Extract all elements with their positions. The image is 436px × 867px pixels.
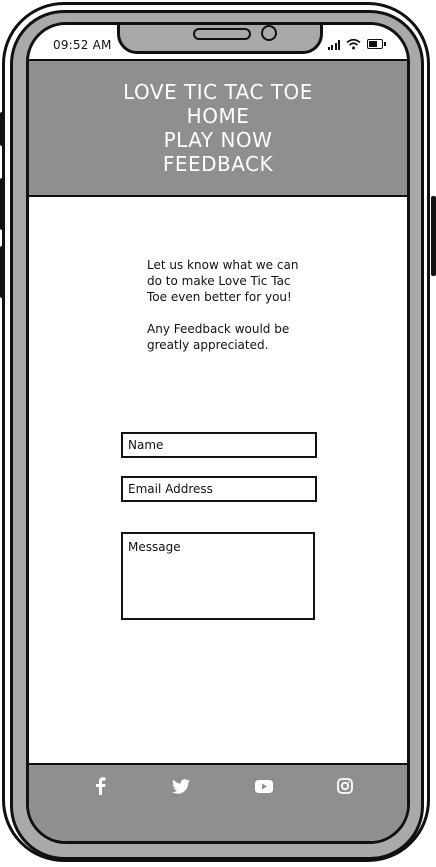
nav-play-now[interactable]: PLAY NOW (29, 128, 407, 152)
signal-icon (327, 39, 340, 50)
name-input[interactable] (121, 432, 317, 458)
twitter-icon[interactable] (170, 775, 192, 797)
nav-home[interactable]: HOME (29, 104, 407, 128)
phone-mockup: 09:52 AM LOVE TIC TAC TOE HOME PLAY NOW … (0, 0, 436, 867)
facebook-icon[interactable] (89, 775, 111, 797)
phone-screen: 09:52 AM LOVE TIC TAC TOE HOME PLAY NOW … (26, 22, 410, 844)
site-title[interactable]: LOVE TIC TAC TOE (29, 80, 407, 104)
camera-icon (261, 25, 277, 41)
status-icons (327, 36, 386, 50)
battery-level (369, 41, 377, 47)
notch (117, 25, 323, 54)
battery-icon (367, 39, 386, 49)
intro-text: Let us know what we can do to make Love … (147, 258, 299, 304)
site-footer (29, 763, 407, 841)
nav-feedback[interactable]: FEEDBACK (29, 152, 407, 176)
power-button (431, 196, 436, 276)
status-bar: 09:52 AM (29, 25, 407, 59)
site-header: LOVE TIC TAC TOE HOME PLAY NOW FEEDBACK (29, 59, 407, 197)
wifi-icon (346, 38, 361, 50)
speaker-icon (193, 28, 251, 40)
youtube-icon[interactable] (253, 775, 275, 797)
intro-appreciation-text: Any Feedback would be greatly appreciate… (147, 322, 290, 352)
instagram-icon[interactable] (334, 775, 356, 797)
status-time: 09:52 AM (53, 38, 112, 52)
feedback-intro: Let us know what we can do to make Love … (147, 257, 307, 369)
email-input[interactable] (121, 476, 317, 502)
main-nav: HOME PLAY NOW FEEDBACK (29, 104, 407, 176)
message-textarea[interactable] (121, 532, 315, 620)
